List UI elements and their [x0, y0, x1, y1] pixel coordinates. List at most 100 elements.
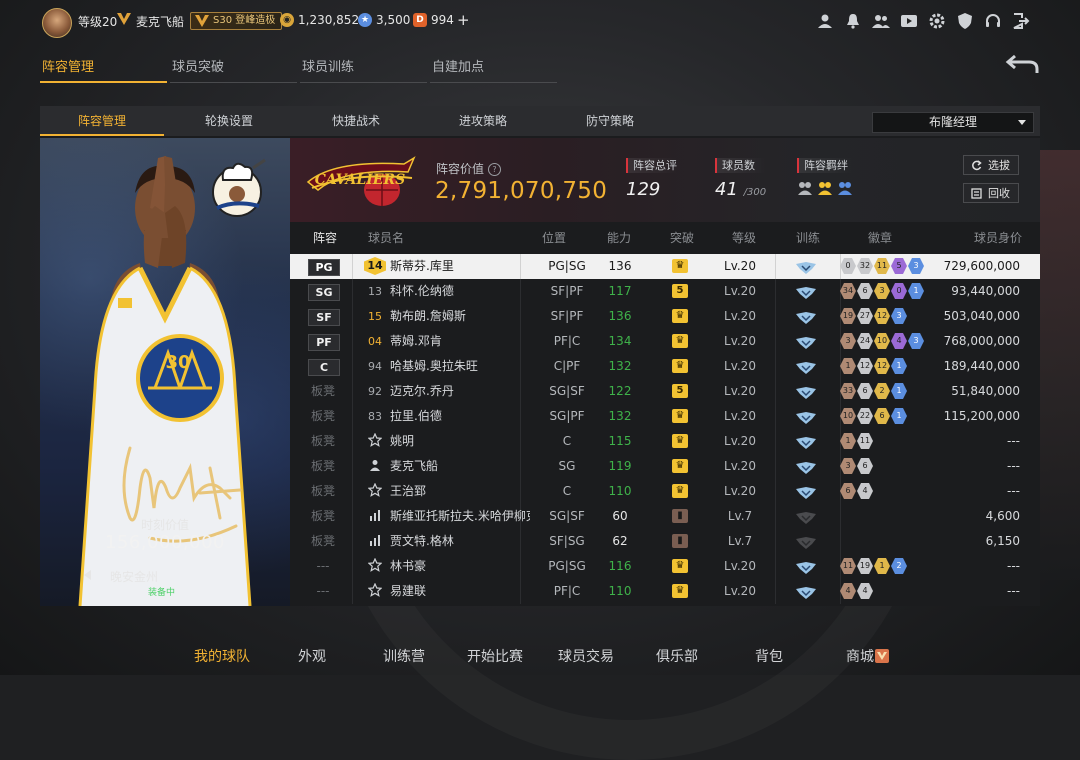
- table-row[interactable]: 板凳 贾文特.格林 SF|SG 62 ▮ Lv.7 6,150: [290, 529, 1040, 554]
- lineup-slot[interactable]: 板凳: [308, 434, 338, 449]
- lineup-slot[interactable]: 板凳: [308, 459, 338, 474]
- lineup-slot[interactable]: PG: [308, 259, 340, 276]
- header-badges[interactable]: 徽章: [868, 222, 892, 254]
- coin-balance[interactable]: ◉ 1,230,852: [280, 12, 359, 28]
- notification-bell-icon[interactable]: [844, 12, 862, 30]
- tab-lineup-management[interactable]: 阵容管理: [40, 56, 167, 83]
- nav-backpack[interactable]: 背包: [755, 646, 783, 666]
- season-badge[interactable]: S30 登峰造极: [190, 12, 283, 30]
- player-salary: 503,040,000: [943, 309, 1020, 323]
- player-position: SF|PF: [550, 284, 584, 298]
- player-name[interactable]: 易建联: [390, 579, 530, 604]
- player-name[interactable]: 拉里.伯德: [390, 404, 530, 429]
- table-row[interactable]: SF 15 勒布朗.詹姆斯 SF|PF 136 ♛ Lv.20 19 27 12 3 503,040,…: [290, 304, 1040, 329]
- nav-training-camp[interactable]: 训练营: [383, 646, 425, 666]
- exit-icon[interactable]: [1012, 12, 1030, 30]
- subtab-defense-strategy[interactable]: 防守策略: [548, 106, 672, 136]
- player-name[interactable]: 蒂姆.邓肯: [390, 329, 530, 354]
- lineup-slot[interactable]: 板凳: [308, 509, 338, 524]
- skin-selector[interactable]: 晚安金州: [84, 568, 158, 585]
- player-name[interactable]: 麦克飞船: [390, 454, 530, 479]
- lineup-slot[interactable]: ---: [308, 584, 338, 599]
- recycle-button[interactable]: 回收: [963, 183, 1019, 203]
- nav-my-team[interactable]: 我的球队: [194, 646, 250, 666]
- table-row[interactable]: --- 易建联 PF|C 110 ♛ Lv.20 4 4 ---: [290, 579, 1040, 604]
- table-row[interactable]: 板凳 麦克飞船 SG 119 ♛ Lv.20 3 6 ---: [290, 454, 1040, 479]
- select-button[interactable]: 选拔: [963, 155, 1019, 175]
- previous-skin-arrow-icon[interactable]: [84, 570, 91, 580]
- table-row[interactable]: C 94 哈基姆.奥拉朱旺 C|PF 132 ♛ Lv.20 1 12 12 1 189,440,00…: [290, 354, 1040, 379]
- tab-player-training[interactable]: 球员训练: [300, 56, 427, 83]
- lineup-slot[interactable]: C: [308, 359, 340, 376]
- header-breakthrough[interactable]: 突破: [670, 222, 694, 254]
- nav-shop[interactable]: 商城: [846, 646, 889, 666]
- player-name[interactable]: 勒布朗.詹姆斯: [390, 304, 530, 329]
- help-question-icon[interactable]: ?: [488, 163, 502, 176]
- bond-icons[interactable]: [797, 180, 853, 196]
- headset-icon[interactable]: [984, 12, 1002, 30]
- header-position[interactable]: 位置: [542, 222, 566, 254]
- table-row[interactable]: --- 林书豪 PG|SG 116 ♛ Lv.20 11 19 1 2 ---: [290, 554, 1040, 579]
- bond-silver-icon: [797, 180, 813, 196]
- lineup-slot[interactable]: SG: [308, 284, 340, 301]
- table-row[interactable]: PF 04 蒂姆.邓肯 PF|C 134 ♛ Lv.20 3 24 10 4 3 768,000,000: [290, 329, 1040, 354]
- subtab-lineup[interactable]: 阵容管理: [40, 106, 164, 136]
- tab-custom-points[interactable]: 自建加点: [430, 56, 557, 83]
- table-row[interactable]: 板凳 83 拉里.伯德 SG|PF 132 ♛ Lv.20 10 22 6 1 115,200,000: [290, 404, 1040, 429]
- player-card[interactable]: 30 时刻价值 156,000,000 晚安金州 装备中: [40, 138, 290, 606]
- settings-gear-icon[interactable]: [928, 12, 946, 30]
- player-position: PG|SG: [548, 559, 586, 573]
- nav-club[interactable]: 俱乐部: [656, 646, 698, 666]
- player-name[interactable]: 科怀.伦纳德: [390, 279, 530, 304]
- friends-icon[interactable]: [872, 12, 890, 30]
- table-row[interactable]: 板凳 92 迈克尔.乔丹 SG|SF 122 5 Lv.20 33 6 2 1 51,840,000: [290, 379, 1040, 404]
- player-name[interactable]: 斯蒂芬.库里: [390, 254, 530, 279]
- subtab-offense-strategy[interactable]: 进攻策略: [421, 106, 545, 136]
- d-coin-balance[interactable]: D 994: [413, 12, 454, 28]
- lineup-slot[interactable]: 板凳: [308, 534, 338, 549]
- table-row[interactable]: 板凳 姚明 C 115 ♛ Lv.20 1 11 ---: [290, 429, 1040, 454]
- header-name[interactable]: 球员名: [368, 222, 404, 254]
- add-currency-button[interactable]: +: [457, 11, 470, 29]
- svg-text:30: 30: [165, 352, 190, 373]
- player-ability: 60: [612, 509, 628, 523]
- shield-icon[interactable]: [956, 12, 974, 30]
- profile-icon[interactable]: [816, 12, 834, 30]
- lineup-slot[interactable]: 板凳: [308, 384, 338, 399]
- manager-select[interactable]: 布隆经理: [872, 112, 1034, 133]
- nav-start-game[interactable]: 开始比赛: [467, 646, 523, 666]
- video-icon[interactable]: [900, 12, 918, 30]
- star-balance[interactable]: ★ 3,500: [358, 12, 410, 28]
- table-row[interactable]: 板凳 斯维亚托斯拉夫.米哈伊柳克 SG|SF 60 ▮ Lv.7 4,600: [290, 504, 1040, 529]
- lineup-slot[interactable]: SF: [308, 309, 340, 326]
- nav-appearance[interactable]: 外观: [298, 646, 326, 666]
- header-level[interactable]: 等级: [732, 222, 756, 254]
- table-row[interactable]: 板凳 王治郅 C 110 ♛ Lv.20 6 4 ---: [290, 479, 1040, 504]
- player-name[interactable]: 姚明: [390, 429, 530, 454]
- table-row[interactable]: SG 13 科怀.伦纳德 SF|PF 117 5 Lv.20 34 6 3 0 1 93,440,000: [290, 279, 1040, 304]
- back-arrow-icon[interactable]: [1005, 52, 1041, 76]
- player-name[interactable]: 斯维亚托斯拉夫.米哈伊柳克: [390, 504, 530, 529]
- avatar[interactable]: [42, 8, 72, 38]
- player-name[interactable]: 王治郅: [390, 479, 530, 504]
- subtab-quick-tactics[interactable]: 快捷战术: [294, 106, 418, 136]
- header-training[interactable]: 训练: [796, 222, 820, 254]
- header-slot[interactable]: 阵容: [313, 222, 337, 254]
- silver-badge-icon: 12: [857, 358, 873, 374]
- player-name[interactable]: 哈基姆.奥拉朱旺: [390, 354, 530, 379]
- table-row[interactable]: PG 14 斯蒂芬.库里 PG|SG 136 ♛ Lv.20 0 32 11 5 3 729,600,0…: [290, 254, 1040, 279]
- player-name[interactable]: 迈克尔.乔丹: [390, 379, 530, 404]
- column-divider: [775, 479, 776, 504]
- lineup-slot[interactable]: 板凳: [308, 484, 338, 499]
- header-ability[interactable]: 能力: [607, 222, 631, 254]
- tab-player-breakthrough[interactable]: 球员突破: [170, 56, 297, 83]
- nav-player-trade[interactable]: 球员交易: [558, 646, 614, 666]
- lineup-slot[interactable]: 板凳: [308, 409, 338, 424]
- header-salary[interactable]: 球员身价: [974, 222, 1022, 254]
- player-name[interactable]: 林书豪: [390, 554, 530, 579]
- jersey-number: 94: [368, 360, 382, 373]
- lineup-slot[interactable]: ---: [308, 559, 338, 574]
- subtab-rotation[interactable]: 轮换设置: [167, 106, 291, 136]
- player-name[interactable]: 贾文特.格林: [390, 529, 530, 554]
- lineup-slot[interactable]: PF: [308, 334, 340, 351]
